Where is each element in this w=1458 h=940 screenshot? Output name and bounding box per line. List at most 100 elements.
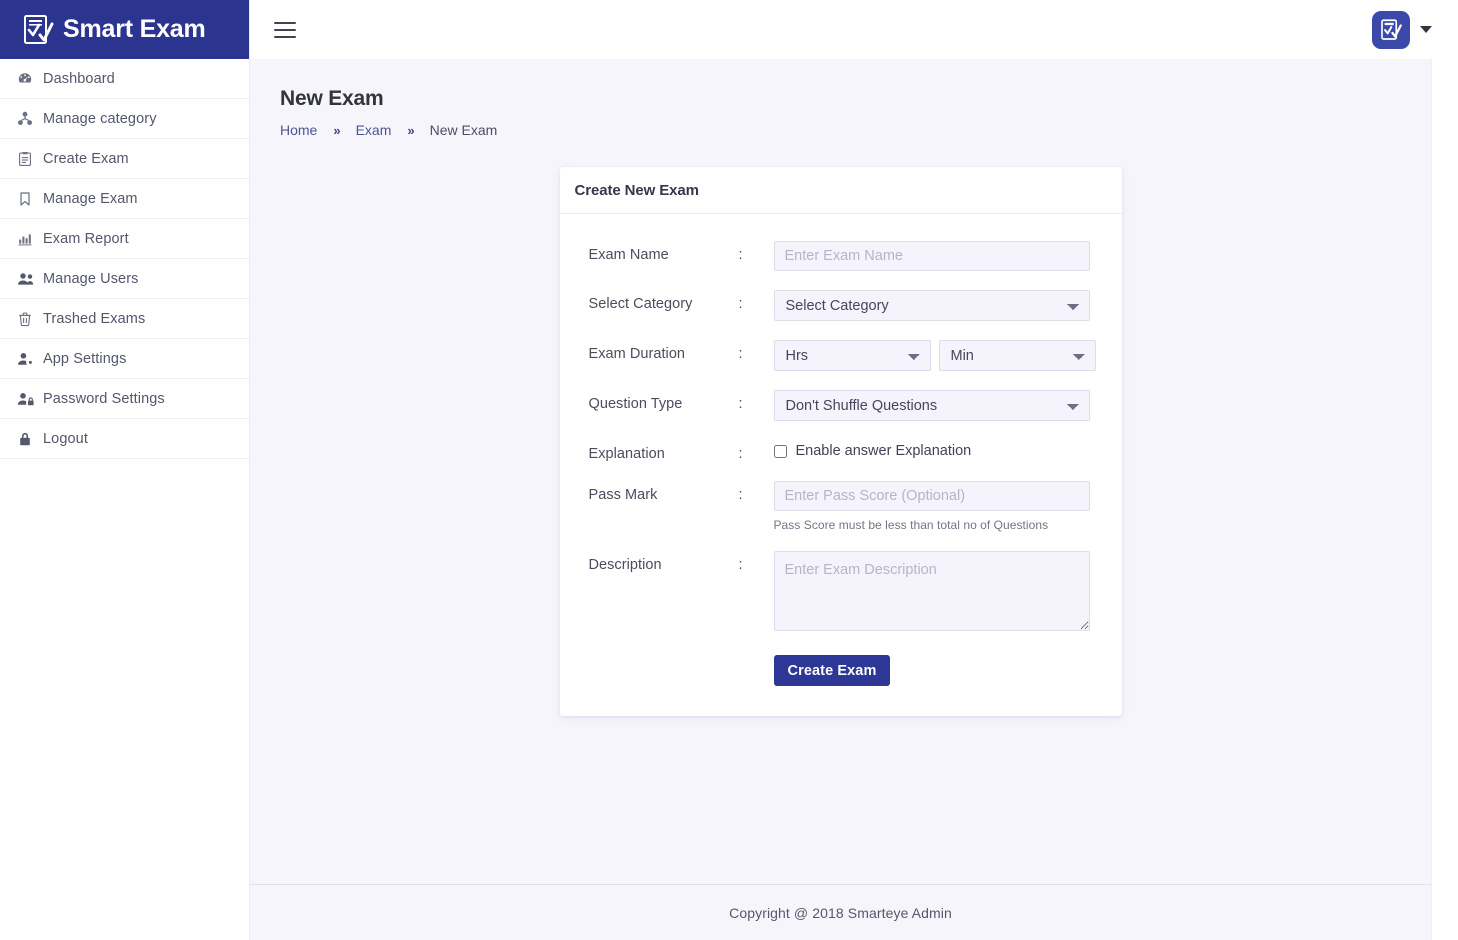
chevron-double-right-icon: » [407,122,414,138]
card-body: Exam Name : Select Category : [560,214,1122,716]
duration-hours-dropdown[interactable]: Hrs [773,340,931,371]
colon-separator: : [738,396,743,412]
form-row-exam-duration: Exam Duration : Hrs Min [588,340,1096,371]
sidebar-item-label: Logout [43,430,88,447]
sidebar-item-create-exam[interactable]: Create Exam [0,139,249,179]
enable-explanation-checkbox[interactable] [773,444,787,458]
lock-icon [17,431,43,447]
sidebar-item-password-settings[interactable]: Password Settings [0,379,249,419]
pass-mark-hint: Pass Score must be less than total no of… [773,518,1049,532]
form-row-pass-mark: Pass Mark : Pass Score must be less than… [589,481,1090,532]
pass-mark-label: Pass Mark [588,487,658,503]
tachometer-icon [17,71,43,87]
breadcrumb: Home » Exam » New Exam [280,122,1431,138]
pass-mark-field-wrap: Pass Score must be less than total no of… [773,481,1090,532]
content-area: New Exam Home » Exam » New Exam Create N… [250,59,1432,940]
explanation-label: Explanation [588,446,665,462]
colon-separator: : [738,296,743,312]
exam-duration-field-wrap: Hrs Min [773,340,1096,371]
sidebar-item-label: Trashed Exams [43,310,146,327]
duration-group: Hrs Min [773,340,1096,371]
footer: Copyright @ 2018 Smarteye Admin [250,884,1431,940]
caret-down-icon[interactable] [1420,26,1432,33]
question-type-label: Question Type [588,396,683,412]
form-row-description: Description : [589,551,1090,636]
card-title: Create New Exam [574,181,700,199]
colon-separator: : [738,487,743,503]
exam-duration-label: Exam Duration [588,346,686,362]
form-row-explanation: Explanation : Enable answer Explanation [589,440,1090,462]
sidebar-item-label: Exam Report [43,230,129,247]
create-new-exam-card: Create New Exam Exam Name : Enter Exam N… [559,167,1122,716]
question-type-field-wrap: Don't Shuffle Questions [773,390,1090,421]
select-category-field-wrap: Select Category [773,290,1090,321]
sidebar-item-label: Manage Exam [43,190,138,207]
sidebar-item-manage-exam[interactable]: Manage Exam [0,179,249,219]
select-category-label: Select Category [588,296,693,312]
sidebar-item-label: Manage Users [43,270,139,287]
brand-title: Smart Exam [63,15,206,43]
page-head: New Exam Home » Exam » New Exam [250,59,1431,138]
avatar[interactable] [1372,10,1410,49]
enable-explanation-label: Enable answer Explanation [795,443,972,459]
copyright-text: Copyright @ 2018 Smarteye Admin [729,904,952,921]
colon-separator: : [738,446,743,462]
clipboard-list-icon [17,151,43,167]
sidebar-item-manage-users[interactable]: Manage Users [0,259,249,299]
user-cog-icon [17,351,43,367]
hamburger-icon[interactable] [272,17,298,43]
card-wrap: Create New Exam Exam Name : Enter Exam N… [250,138,1431,716]
pass-mark-input[interactable] [773,481,1090,511]
form-row-select-category: Select Category : Select Category [589,290,1090,321]
duration-minutes-dropdown[interactable]: Min [938,340,1096,371]
exam-name-field-wrap [773,241,1090,271]
sidebar-item-dashboard[interactable]: Dashboard [0,59,249,99]
user-lock-icon [17,391,43,407]
exam-name-label: Exam Name [588,247,669,263]
enable-explanation-row[interactable]: Enable answer Explanation [773,440,1090,459]
sidebar-item-label: Manage category [43,110,157,127]
chevron-double-right-icon: » [333,122,340,138]
user-menu[interactable] [1372,10,1432,49]
colon-separator: : [738,247,743,263]
trash-icon [17,311,43,327]
question-type-dropdown[interactable]: Don't Shuffle Questions [773,390,1090,421]
submit-row: Create Exam [589,655,1090,686]
description-label: Description [588,557,662,573]
exam-checklist-icon [22,14,54,46]
sidebar: Smart Exam Dashboard Manage category Cre… [0,0,250,940]
description-field-wrap [773,551,1090,636]
sitemap-icon [17,111,43,127]
brand-logo[interactable]: Smart Exam [0,0,249,59]
sidebar-item-app-settings[interactable]: App Settings [0,339,249,379]
select-category-dropdown[interactable]: Select Category [773,290,1090,321]
sidebar-item-exam-report[interactable]: Exam Report [0,219,249,259]
breadcrumb-current: New Exam [429,122,498,138]
create-exam-button[interactable]: Create Exam [773,655,891,686]
bookmark-icon [17,191,43,207]
users-icon [17,271,43,287]
topbar [250,0,1458,59]
form-row-question-type: Question Type : Don't Shuffle Questions [589,390,1090,421]
sidebar-item-manage-category[interactable]: Manage category [0,99,249,139]
colon-separator: : [738,346,743,362]
sidebar-item-label: App Settings [43,350,127,367]
exam-name-input[interactable] [773,241,1090,271]
sidebar-item-trashed-exams[interactable]: Trashed Exams [0,299,249,339]
card-header: Create New Exam [559,167,1122,214]
description-textarea[interactable] [773,551,1090,631]
breadcrumb-exam[interactable]: Exam [356,122,392,138]
breadcrumb-home[interactable]: Home [280,122,317,138]
chart-bar-icon [17,231,43,247]
sidebar-item-label: Create Exam [43,150,129,167]
colon-separator: : [738,557,743,573]
page-title: New Exam [280,87,384,110]
sidebar-item-logout[interactable]: Logout [0,419,249,459]
form-row-exam-name: Exam Name : [589,241,1090,271]
submit-spacer [589,655,774,686]
main-column: New Exam Home » Exam » New Exam Create N… [250,0,1458,940]
sidebar-item-label: Password Settings [43,390,165,407]
explanation-field-wrap: Enable answer Explanation [773,440,1090,459]
sidebar-nav: Dashboard Manage category Create Exam Ma… [0,59,249,459]
app-root: Smart Exam Dashboard Manage category Cre… [0,0,1458,940]
